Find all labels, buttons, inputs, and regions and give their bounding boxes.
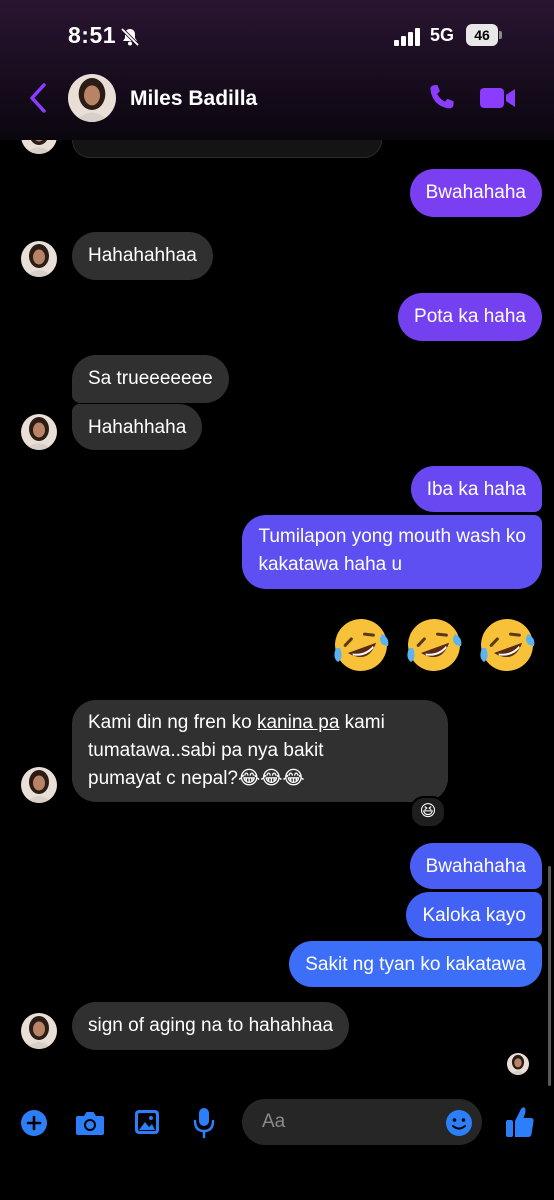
- message-line: Kami din ng fren ko kanina pa kami: [88, 709, 432, 737]
- bell-slash-icon: [120, 27, 140, 47]
- image-icon[interactable]: [133, 1108, 161, 1136]
- back-chevron-icon[interactable]: [24, 80, 54, 116]
- message-text: Kami din ng fren ko: [88, 712, 257, 733]
- battery-level: 46: [466, 24, 498, 46]
- laughing-emoji-icon: 😆: [419, 803, 437, 820]
- contact-avatar-header[interactable]: [68, 74, 116, 122]
- read-receipt-avatar: [507, 1053, 529, 1075]
- contact-avatar: [21, 767, 57, 803]
- status-time: 8:51: [68, 22, 117, 48]
- message-line: tumatawa..sabi pa nya bakit: [88, 740, 324, 761]
- phone-icon[interactable]: [424, 80, 460, 116]
- message-line: Tumilapon yong mouth wash ko: [258, 526, 526, 547]
- incoming-message[interactable]: Kami din ng fren ko kanina pa kami tumat…: [72, 700, 448, 802]
- outgoing-message[interactable]: Iba ka haha: [410, 466, 542, 512]
- home-indicator-area: [0, 1190, 554, 1200]
- message-link[interactable]: kanina pa: [257, 712, 339, 733]
- contact-name[interactable]: Miles Badilla: [130, 87, 257, 111]
- thumbs-up-icon[interactable]: [504, 1104, 536, 1140]
- cellular-signal-icon: [394, 28, 422, 46]
- messenger-chat-screen: Bwahahaha Hahahahhaa Pota ka haha Sa tru…: [0, 0, 554, 1200]
- video-camera-icon[interactable]: [478, 84, 518, 112]
- battery-icon: 46: [466, 24, 502, 46]
- rofl-emoji[interactable]: [403, 614, 465, 676]
- chat-header: 8:51 5G 46 Miles Badilla: [0, 0, 554, 140]
- outgoing-message[interactable]: Bwahahaha: [409, 843, 542, 889]
- contact-avatar: [21, 241, 57, 277]
- outgoing-message[interactable]: Pota ka haha: [398, 293, 542, 341]
- rofl-emoji[interactable]: [476, 614, 538, 676]
- plus-icon[interactable]: [20, 1109, 48, 1137]
- incoming-message[interactable]: sign of aging na to hahahhaa: [72, 1002, 350, 1050]
- incoming-message[interactable]: Hahahahhaa: [72, 232, 213, 280]
- outgoing-message[interactable]: Kaloka kayo: [406, 892, 542, 938]
- message-reaction[interactable]: 😆: [410, 796, 446, 828]
- outgoing-message[interactable]: Bwahahaha: [409, 169, 542, 217]
- incoming-message[interactable]: Hahahhaha: [72, 404, 203, 450]
- outgoing-message[interactable]: Sakit ng tyan ko kakatawa: [289, 941, 542, 987]
- network-type: 5G: [430, 25, 455, 45]
- scrollbar[interactable]: [548, 866, 551, 1086]
- message-list[interactable]: Bwahahaha Hahahahhaa Pota ka haha Sa tru…: [0, 0, 554, 1200]
- emoji-smiley-icon[interactable]: [444, 1108, 474, 1138]
- contact-avatar: [21, 414, 57, 450]
- message-line: pumayat c nepal?😂😂😂: [88, 768, 305, 789]
- outgoing-message[interactable]: Tumilapon yong mouth wash ko kakatawa ha…: [242, 515, 542, 589]
- contact-avatar: [21, 1013, 57, 1049]
- microphone-icon[interactable]: [192, 1106, 216, 1140]
- incoming-message[interactable]: Sa trueeeeeee: [72, 355, 229, 403]
- camera-icon[interactable]: [74, 1109, 106, 1137]
- message-text: kami: [339, 712, 385, 733]
- message-line: kakatawa haha u: [258, 554, 403, 575]
- rofl-emoji[interactable]: [330, 614, 392, 676]
